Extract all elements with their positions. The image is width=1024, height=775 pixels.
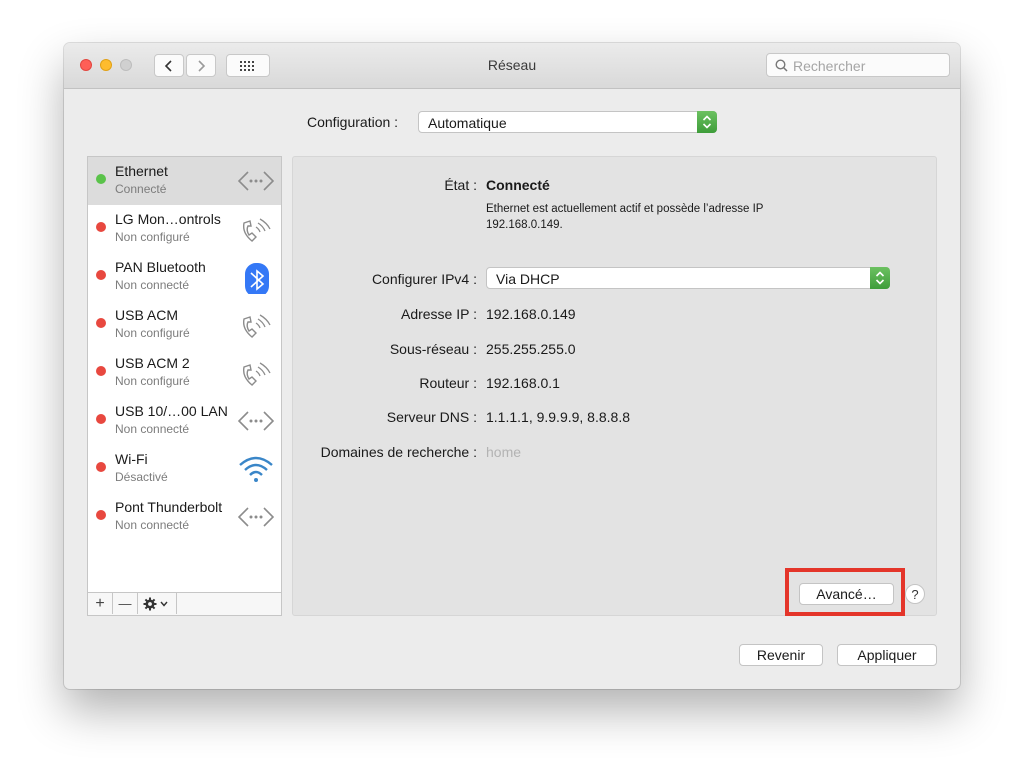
state-label: État :	[444, 177, 477, 193]
dns-server-label: Serveur DNS :	[386, 409, 477, 425]
phone-icon	[242, 362, 271, 386]
search-placeholder: Rechercher	[793, 58, 866, 74]
ethernet-icon	[238, 171, 274, 191]
help-button[interactable]: ?	[905, 584, 925, 604]
service-status: Non connecté	[115, 278, 190, 292]
service-status: Non configuré	[115, 374, 190, 388]
service-status: Désactivé	[115, 470, 168, 484]
configuration-label: Configuration :	[307, 114, 399, 130]
dns-server-value: 1.1.1.1, 9.9.9.9, 8.8.8.8	[486, 409, 630, 425]
phone-icon	[242, 218, 271, 242]
service-name: USB 10/…00 LAN	[115, 403, 228, 419]
service-status: Connecté	[115, 182, 167, 196]
network-preferences-window: Réseau Rechercher Configuration : Automa…	[64, 43, 960, 689]
status-dot	[96, 414, 106, 424]
ethernet-icon	[238, 507, 274, 527]
service-item-lg-monitor-controls[interactable]: LG Mon…ontrols Non configuré	[88, 205, 281, 253]
service-name: Ethernet	[115, 163, 168, 179]
router-value: 192.168.0.1	[486, 375, 560, 391]
action-menu-button[interactable]	[138, 593, 177, 614]
service-list: Ethernet Connecté LG Mon…ontrols Non con…	[87, 156, 282, 616]
status-dot	[96, 222, 106, 232]
configuration-select[interactable]: Automatique	[418, 111, 717, 133]
ip-address-value: 192.168.0.149	[486, 306, 576, 322]
remove-service-button[interactable]: —	[113, 593, 138, 614]
gear-icon	[143, 597, 168, 610]
wifi-icon	[239, 456, 273, 482]
state-value: Connecté	[486, 177, 550, 193]
configuration-value: Automatique	[428, 115, 507, 131]
select-stepper-icon	[870, 267, 890, 289]
status-dot	[96, 270, 106, 280]
apply-button[interactable]: Appliquer	[837, 644, 937, 666]
status-dot	[96, 318, 106, 328]
service-list-toolbar: + —	[88, 592, 281, 615]
search-domains-label: Domaines de recherche :	[320, 444, 477, 460]
add-service-button[interactable]: +	[88, 593, 113, 614]
search-field[interactable]: Rechercher	[766, 53, 950, 77]
service-name: Pont Thunderbolt	[115, 499, 223, 515]
service-item-pan-bluetooth[interactable]: PAN Bluetooth Non connecté	[88, 253, 281, 301]
service-status: Non connecté	[115, 422, 190, 436]
service-item-ethernet[interactable]: Ethernet Connecté	[88, 157, 281, 205]
state-description-line1: Ethernet est actuellement actif et possè…	[486, 203, 764, 215]
service-status: Non connecté	[115, 518, 190, 532]
phone-icon	[242, 314, 271, 338]
configure-ipv4-label: Configurer IPv4 :	[371, 271, 477, 287]
status-dot	[96, 510, 106, 520]
highlight-box	[785, 568, 905, 616]
service-name: USB ACM	[115, 307, 179, 323]
status-dot	[96, 366, 106, 376]
bluetooth-icon	[245, 263, 269, 294]
service-item-usb-lan[interactable]: USB 10/…00 LAN Non connecté	[88, 397, 281, 445]
configure-ipv4-value: Via DHCP	[496, 271, 560, 287]
service-item-wifi[interactable]: Wi-Fi Désactivé	[88, 445, 281, 493]
service-status: Non configuré	[115, 230, 190, 244]
service-name: PAN Bluetooth	[115, 259, 206, 275]
service-name: Wi-Fi	[115, 451, 148, 467]
select-stepper-icon	[697, 111, 717, 133]
revert-button[interactable]: Revenir	[739, 644, 823, 666]
service-detail-panel: État : Connecté Ethernet est actuellemen…	[292, 156, 937, 616]
search-domains-value: home	[486, 444, 522, 460]
service-name: USB ACM 2	[115, 355, 190, 371]
service-name: LG Mon…ontrols	[115, 211, 221, 227]
service-status: Non configuré	[115, 326, 190, 340]
title-bar: Réseau Rechercher	[64, 43, 960, 89]
status-dot	[96, 174, 106, 184]
search-icon	[775, 59, 788, 72]
configure-ipv4-select[interactable]: Via DHCP	[486, 267, 890, 289]
status-dot	[96, 462, 106, 472]
state-description-line2: 192.168.0.149.	[486, 219, 563, 231]
service-item-thunderbolt-bridge[interactable]: Pont Thunderbolt Non connecté	[88, 493, 281, 541]
router-label: Routeur :	[419, 375, 477, 391]
ethernet-icon	[238, 411, 274, 431]
subnet-mask-value: 255.255.255.0	[486, 341, 576, 357]
ip-address-label: Adresse IP :	[400, 306, 477, 322]
subnet-mask-label: Sous-réseau :	[389, 341, 477, 357]
service-item-usb-acm-2[interactable]: USB ACM 2 Non configuré	[88, 349, 281, 397]
service-item-usb-acm[interactable]: USB ACM Non configuré	[88, 301, 281, 349]
